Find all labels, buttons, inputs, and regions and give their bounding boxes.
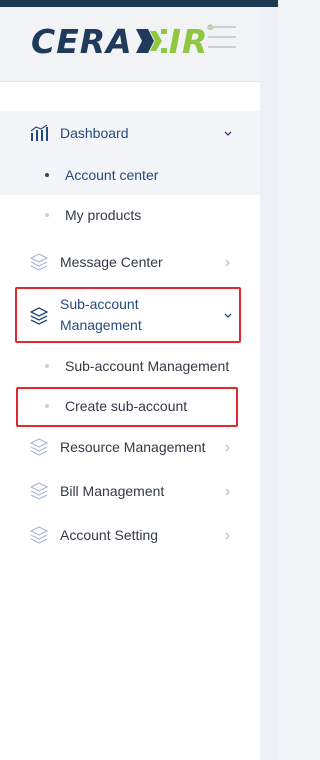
bullet-dot-icon (45, 213, 49, 217)
sidebar-item-bill-management[interactable]: Bill Management (0, 470, 260, 514)
logo-mark-icon (135, 29, 167, 53)
bullet-dot-icon (45, 364, 49, 368)
layers-icon (30, 482, 48, 500)
sidebar-subitem-my-products[interactable]: My products (0, 195, 260, 235)
sidebar-item-label-line2: Management (60, 317, 142, 333)
sidebar-subitem-sub-account-management[interactable]: Sub-account Management (0, 346, 260, 386)
chevron-down-icon (224, 131, 232, 136)
layers-icon (30, 526, 48, 544)
bullet-dot-icon (45, 173, 49, 177)
chevron-right-icon (225, 532, 230, 540)
menu-toggle-icon[interactable] (208, 26, 236, 52)
top-bar (0, 0, 278, 7)
sidebar-subitem-account-center[interactable]: Account center (0, 155, 260, 195)
sidebar-item-resource-management[interactable]: Resource Management (0, 426, 260, 470)
sidebar-item-account-setting[interactable]: Account Setting (0, 514, 260, 558)
layers-icon (30, 253, 48, 271)
bullet-dot-icon (45, 404, 49, 408)
chevron-right-icon (225, 488, 230, 496)
sidebar-item-label: Message Center (60, 254, 163, 270)
sidebar-item-label: Dashboard (60, 125, 129, 141)
sidebar-subitem-create-sub-account[interactable]: Create sub-account (0, 386, 260, 426)
sidebar-subitem-label: Account center (65, 167, 159, 183)
sidebar-subitem-label: My products (65, 207, 142, 223)
chevron-right-icon (225, 444, 230, 452)
logo-text-right: IR (168, 21, 209, 61)
sidebar-item-dashboard[interactable]: Dashboard (0, 111, 260, 155)
content-edge (260, 7, 278, 760)
layers-icon (30, 307, 48, 325)
ceraair-logo[interactable]: CERA IR ® (31, 21, 214, 61)
chevron-down-icon (224, 313, 232, 318)
sidebar-subitem-label: Sub-account Management (65, 358, 230, 374)
sidebar-subitem-label: Create sub-account (65, 398, 188, 414)
sidebar-item-label: Account Setting (60, 527, 159, 543)
bar-chart-icon (30, 124, 48, 141)
layers-icon (30, 438, 48, 456)
chevron-right-icon (225, 259, 230, 267)
logo-area: CERA IR ® (0, 7, 260, 82)
sidebar-item-message-center[interactable]: Message Center (0, 241, 260, 285)
sidebar-item-label: Resource Management (60, 439, 206, 455)
logo-text-left: CERA (31, 21, 133, 61)
sidebar-item-label: Bill Management (60, 483, 165, 499)
sidebar-item-sub-account-management[interactable]: Sub-account Management (0, 289, 260, 343)
sidebar-item-label-line1: Sub-account (60, 296, 139, 312)
sidebar: CERA IR ® Dashboard (0, 7, 260, 760)
